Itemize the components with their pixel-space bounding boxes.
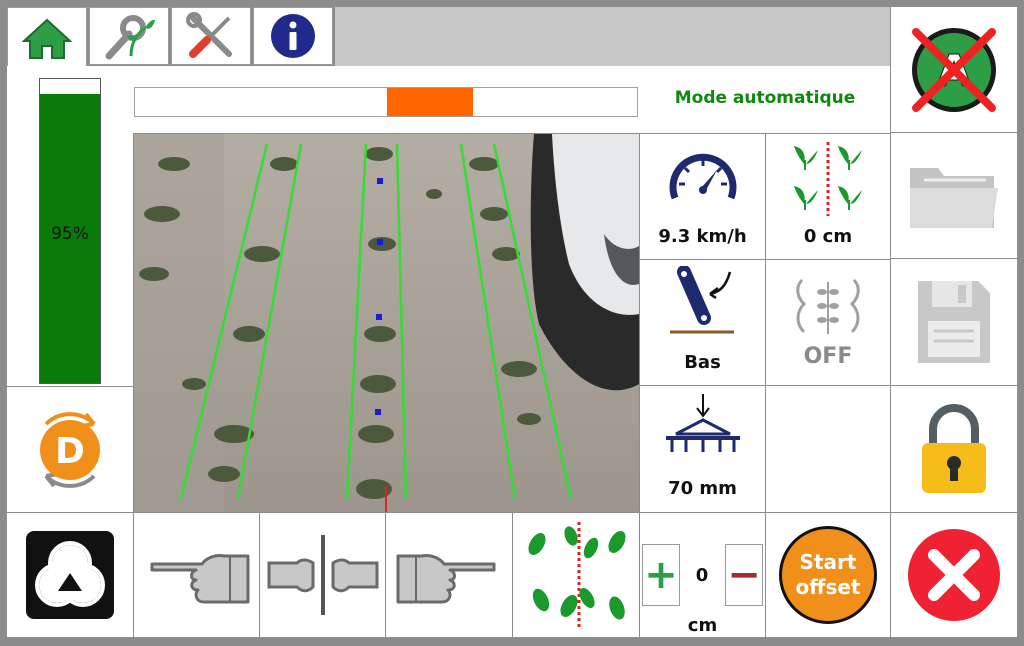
- header-bar: [335, 7, 890, 67]
- depth-value: 70 mm: [668, 478, 737, 499]
- start-offset-label-2: offset: [795, 575, 861, 599]
- plant-row-offset-icon: [788, 140, 868, 216]
- row-detection-button[interactable]: [513, 513, 639, 637]
- guidance-toggle[interactable]: OFF: [766, 260, 890, 385]
- start-offset-cell: Start offset: [766, 513, 890, 637]
- mode-d-button[interactable]: D: [7, 387, 133, 512]
- plant-guidance-icon: [788, 276, 868, 340]
- guidance-state: OFF: [803, 344, 853, 369]
- empty-cell: [766, 386, 890, 512]
- row-spacing-indicator: 0 cm: [766, 134, 890, 259]
- mode-label: Mode automatique: [674, 88, 856, 108]
- offset-adjuster: + 0 − cm: [640, 513, 765, 637]
- tab-home[interactable]: [7, 7, 87, 69]
- save-icon: [914, 277, 994, 367]
- hand-pointing-left-icon: [144, 544, 250, 606]
- lock-icon: [919, 401, 989, 497]
- offset-bar-marker: [387, 88, 473, 116]
- offset-unit: cm: [687, 615, 718, 636]
- folder-icon: [906, 158, 1002, 234]
- close-icon: [906, 527, 1002, 623]
- color-mode-button[interactable]: [7, 513, 133, 637]
- center-row-button[interactable]: [260, 513, 385, 637]
- start-offset-label-1: Start: [799, 550, 857, 574]
- close-button[interactable]: [891, 513, 1017, 637]
- rgb-circles-icon: [24, 529, 116, 621]
- start-offset-button[interactable]: Start offset: [779, 526, 877, 624]
- wrench-plant-icon: [101, 12, 157, 60]
- tool-position-indicator: Bas: [640, 260, 765, 385]
- hand-pointing-right-icon: [396, 544, 502, 606]
- level-percent: 95%: [51, 224, 89, 244]
- offset-minus-button[interactable]: −: [725, 544, 763, 606]
- hands-center-icon: [267, 533, 379, 617]
- offset-value: 0: [695, 565, 709, 586]
- harrow-depth-icon: [664, 392, 742, 456]
- speed-value: 9.3 km/h: [658, 226, 747, 247]
- tool-position-value: Bas: [684, 352, 721, 373]
- speedometer-icon: [667, 146, 739, 206]
- home-icon: [21, 17, 73, 61]
- auto-off-button[interactable]: A: [891, 7, 1017, 132]
- mode-d-letter: D: [55, 431, 85, 472]
- depth-indicator: 70 mm: [640, 386, 765, 512]
- auto-off-icon: A: [908, 24, 1000, 116]
- tab-info[interactable]: [253, 7, 333, 65]
- lock-button[interactable]: [891, 386, 1017, 512]
- rotate-mode-d-icon: D: [28, 402, 112, 498]
- plant-rows-icon: [521, 520, 631, 630]
- tab-tools-plant[interactable]: [89, 7, 169, 65]
- offset-bar: [134, 87, 638, 117]
- camera-view: [134, 134, 639, 512]
- shift-left-button[interactable]: [134, 513, 259, 637]
- open-folder-button[interactable]: [891, 133, 1017, 258]
- wrench-screwdriver-icon: [183, 12, 239, 60]
- speed-indicator: 9.3 km/h: [640, 134, 765, 259]
- info-icon: [269, 12, 317, 60]
- save-button[interactable]: [891, 259, 1017, 385]
- row-spacing-value: 0 cm: [803, 226, 853, 247]
- level-gauge: 95%: [39, 78, 101, 384]
- shift-right-button[interactable]: [386, 513, 512, 637]
- lift-arm-icon: [668, 266, 738, 338]
- tab-settings[interactable]: [171, 7, 251, 65]
- offset-plus-button[interactable]: +: [642, 544, 680, 606]
